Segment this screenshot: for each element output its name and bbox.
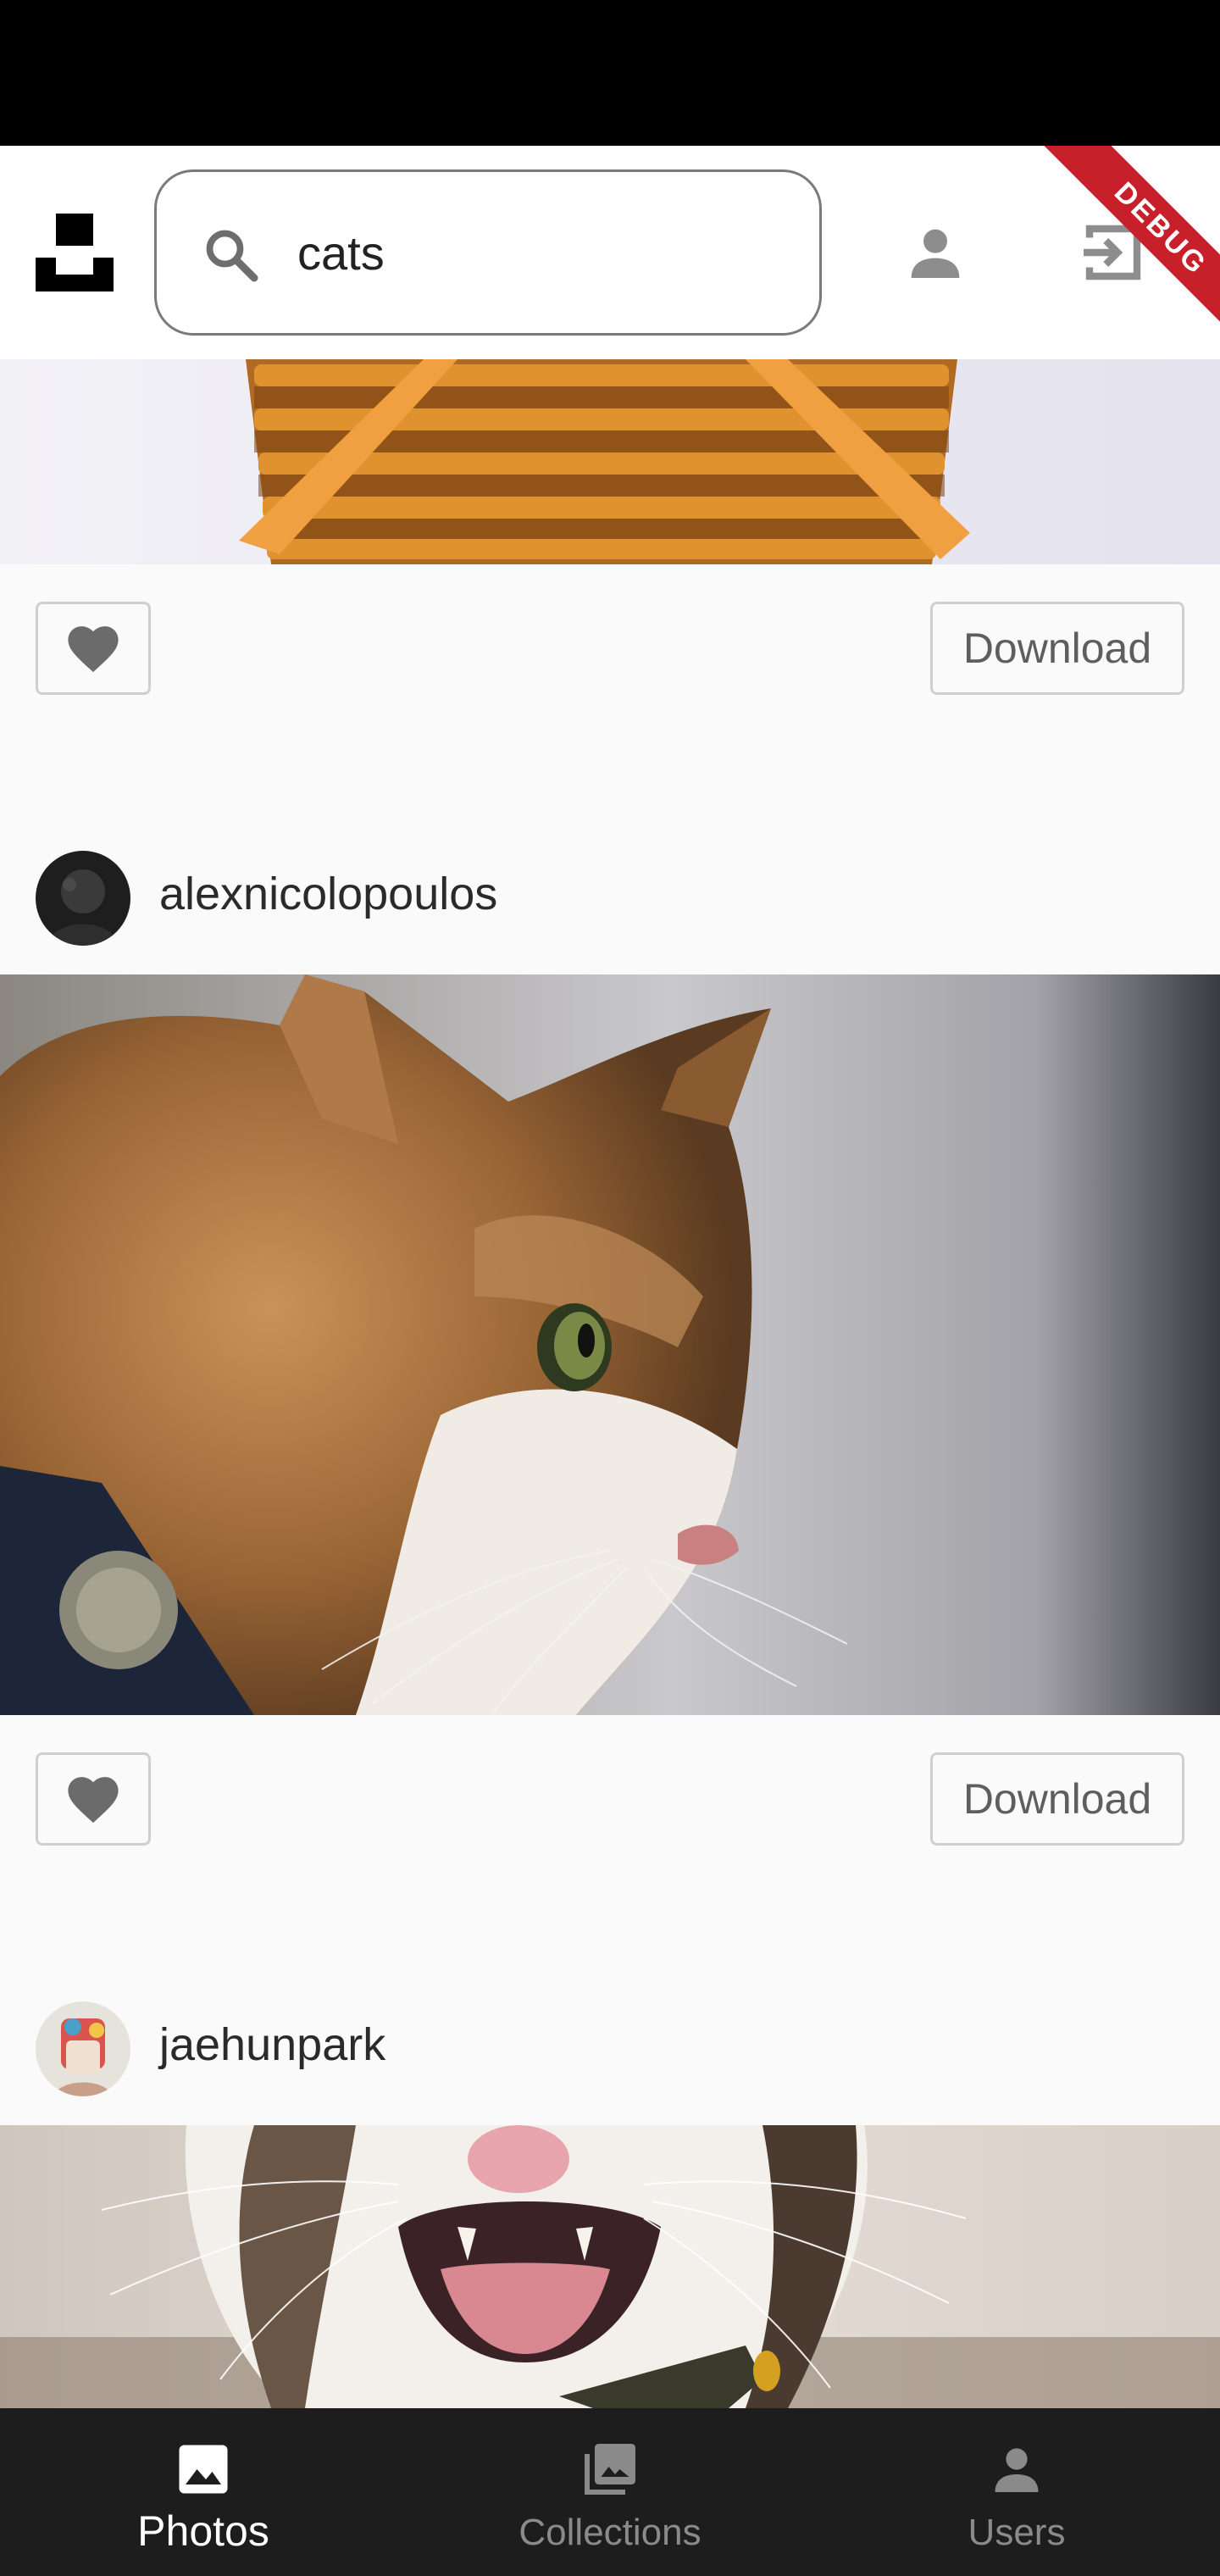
nav-tab-photos[interactable]: Photos <box>0 2408 407 2576</box>
search-field[interactable] <box>154 169 822 336</box>
status-bar <box>0 0 1220 146</box>
app-bar <box>0 146 1220 359</box>
photo-icon <box>179 2445 228 2494</box>
nav-label: Collections <box>518 2512 702 2553</box>
photo-actions: Download <box>0 564 1220 695</box>
profile-icon[interactable] <box>901 219 969 286</box>
photo-feed[interactable]: Download alexnicolopoulos Download jaehu… <box>0 359 1220 2408</box>
photo-orange-cat[interactable] <box>0 974 1220 1715</box>
like-button[interactable] <box>36 1752 151 1846</box>
app-screen: DEBUG <box>0 0 1220 2576</box>
search-input[interactable] <box>297 206 789 299</box>
heart-icon <box>68 1777 119 1824</box>
photo-author-row[interactable]: alexnicolopoulos <box>0 842 1220 969</box>
like-button[interactable] <box>36 602 151 695</box>
author-name[interactable]: alexnicolopoulos <box>159 868 497 920</box>
heart-icon <box>68 626 119 673</box>
author-name[interactable]: jaehunpark <box>159 2018 385 2071</box>
photo-actions: Download <box>0 1715 1220 1846</box>
collections-icon <box>585 2444 635 2495</box>
user-icon <box>995 2448 1039 2492</box>
download-button[interactable]: Download <box>930 1752 1184 1846</box>
unsplash-logo <box>36 214 114 291</box>
photo-basket[interactable] <box>0 359 1220 564</box>
bottom-navigation: Photos Collections Users <box>0 2408 1220 2576</box>
photo-author-row[interactable]: jaehunpark <box>0 1993 1220 2120</box>
download-button[interactable]: Download <box>930 602 1184 695</box>
nav-label: Photos <box>137 2507 269 2555</box>
nav-tab-collections[interactable]: Collections <box>407 2408 813 2576</box>
photo-cat-mouth[interactable] <box>0 2125 1220 2408</box>
avatar[interactable] <box>36 2001 130 2096</box>
avatar[interactable] <box>36 851 130 946</box>
search-icon <box>206 230 258 282</box>
nav-tab-users[interactable]: Users <box>813 2408 1220 2576</box>
nav-label: Users <box>968 2512 1066 2553</box>
logout-icon[interactable] <box>1078 217 1149 288</box>
